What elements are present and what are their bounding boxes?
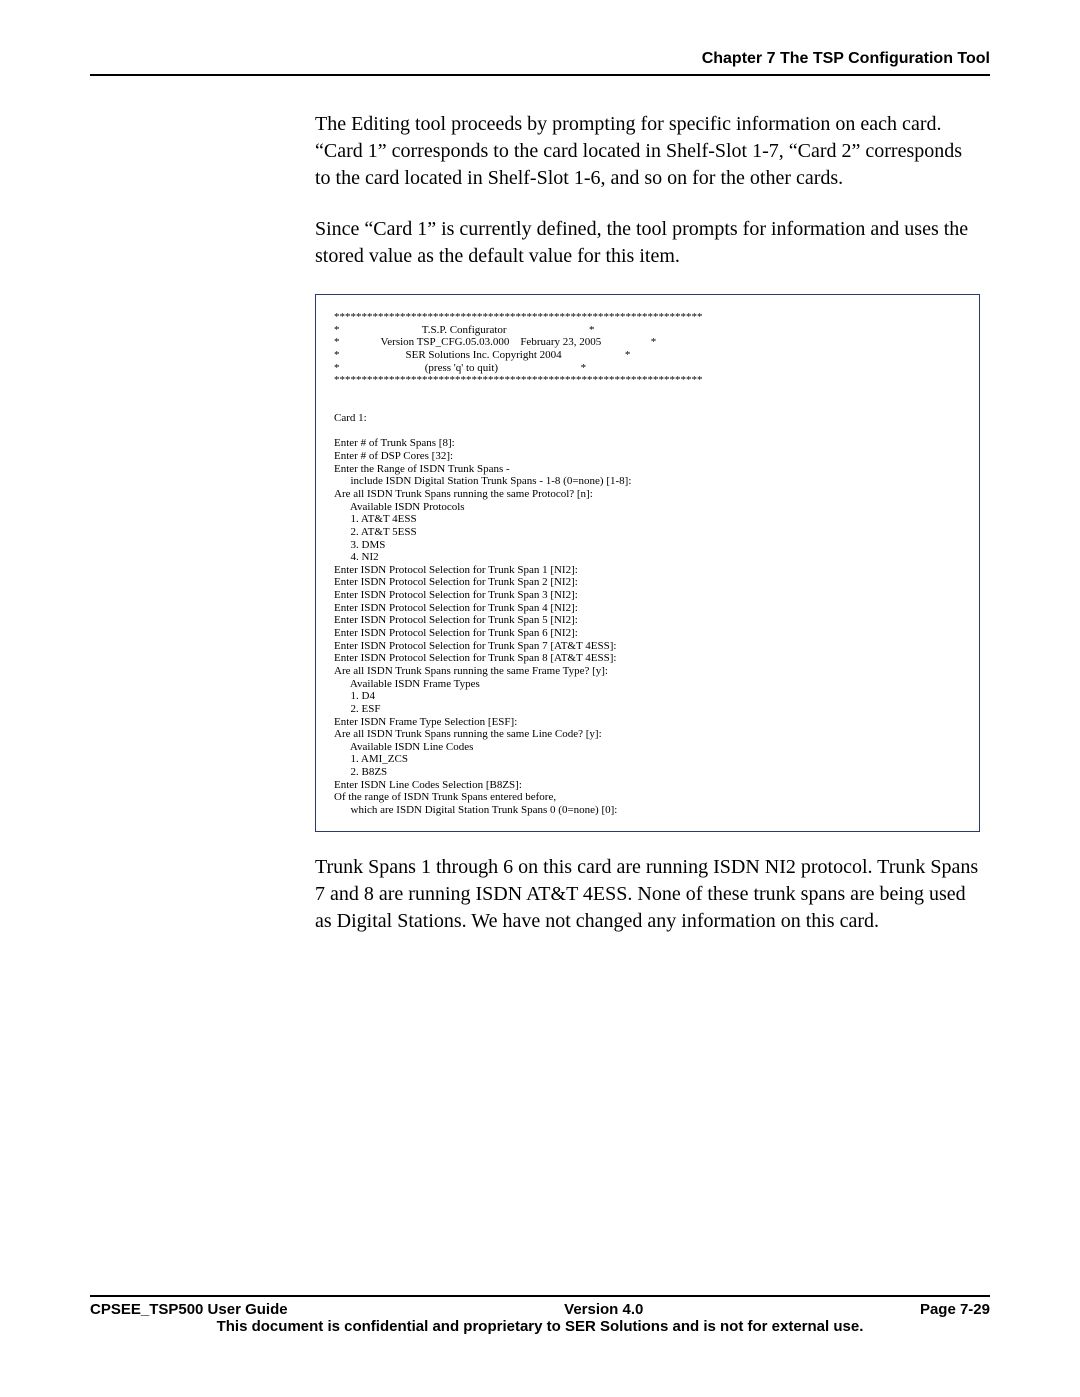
paragraph-1: The Editing tool proceeds by prompting f…: [315, 111, 980, 192]
footer-right: Page 7-29: [920, 1301, 990, 1318]
footer-center: Version 4.0: [564, 1301, 643, 1318]
footer-confidential: This document is confidential and propri…: [90, 1318, 990, 1335]
body-content: The Editing tool proceeds by prompting f…: [315, 111, 980, 935]
page-footer: CPSEE_TSP500 User Guide Version 4.0 Page…: [90, 1295, 990, 1335]
paragraph-2: Since “Card 1” is currently defined, the…: [315, 216, 980, 270]
footer-left: CPSEE_TSP500 User Guide: [90, 1301, 288, 1318]
chapter-header: Chapter 7 The TSP Configuration Tool: [90, 50, 990, 76]
paragraph-3: Trunk Spans 1 through 6 on this card are…: [315, 854, 980, 935]
terminal-output-box: ****************************************…: [315, 294, 980, 832]
terminal-output-text: ****************************************…: [334, 311, 961, 817]
